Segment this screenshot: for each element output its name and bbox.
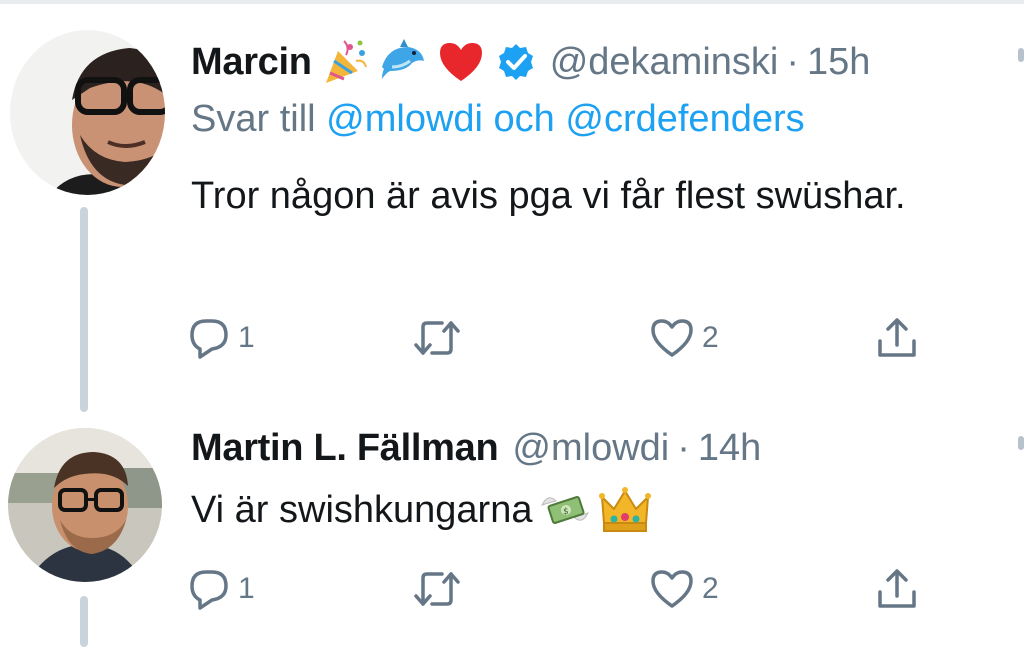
like-count: 2 xyxy=(702,572,719,605)
reply-button[interactable]: 1 xyxy=(186,559,255,619)
like-button[interactable]: 2 xyxy=(648,559,719,619)
reply-button[interactable]: 1 xyxy=(186,308,255,368)
share-icon xyxy=(878,318,916,357)
retweet-icon xyxy=(414,321,460,355)
tweet-actions: 1 2 xyxy=(186,559,946,619)
separator-dot: · xyxy=(677,426,690,469)
reply-count: 1 xyxy=(238,321,255,354)
top-divider xyxy=(0,0,1024,4)
share-button[interactable] xyxy=(874,308,920,368)
user-handle[interactable]: @dekaminski xyxy=(550,41,779,84)
tweet-actions: 1 2 xyxy=(186,308,946,368)
mention-link[interactable]: @mlowdi xyxy=(326,98,483,140)
reply-icon xyxy=(190,570,228,610)
reply-prefix: Svar till xyxy=(191,98,316,140)
thread-line xyxy=(80,596,88,647)
avatar[interactable] xyxy=(10,30,165,195)
mention-link[interactable]: @crdefenders xyxy=(565,98,804,140)
retweet-icon xyxy=(414,572,460,606)
heart-icon xyxy=(651,570,693,608)
display-name[interactable]: Marcin xyxy=(191,41,312,84)
heart-icon xyxy=(651,319,693,357)
reply-icon xyxy=(190,319,228,359)
tweet-text: Tror någon är avis pga vi får flest swüs… xyxy=(191,175,906,217)
thread-line xyxy=(80,207,88,412)
retweet-button[interactable] xyxy=(412,559,462,619)
tweet-header: Marcin @dekaminski · 15h xyxy=(191,34,870,90)
share-button[interactable] xyxy=(874,559,920,619)
timestamp[interactable]: 15h xyxy=(807,41,870,84)
verified-badge-icon xyxy=(496,42,536,82)
timestamp[interactable]: 14h xyxy=(698,427,761,470)
retweet-button[interactable] xyxy=(412,308,462,368)
party-popper-icon xyxy=(320,37,370,87)
money-with-wings-icon: $ xyxy=(538,483,592,537)
replying-to: Svar till @mlowdi och @crdefenders xyxy=(191,98,805,141)
red-heart-icon xyxy=(436,37,486,87)
share-icon xyxy=(878,569,916,608)
separator-dot: · xyxy=(786,40,799,83)
like-count: 2 xyxy=(702,321,719,354)
like-button[interactable]: 2 xyxy=(648,308,719,368)
tweet-text: Vi är swishkungarna xyxy=(191,489,533,531)
avatar[interactable] xyxy=(8,428,162,582)
reply-conjunction: och xyxy=(493,98,555,140)
dolphin-icon xyxy=(378,37,428,87)
tweet-header: Martin L. Fällman @mlowdi · 14h xyxy=(191,420,761,476)
tweet-menu-caret[interactable] xyxy=(1018,436,1024,450)
user-handle[interactable]: @mlowdi xyxy=(512,427,669,470)
reply-count: 1 xyxy=(238,572,255,605)
crown-icon xyxy=(598,483,652,537)
svg-text:$: $ xyxy=(563,507,569,517)
display-name[interactable]: Martin L. Fällman xyxy=(191,427,499,470)
tweet-menu-caret[interactable] xyxy=(1018,48,1024,62)
tweet-text-row: Vi är swishkungarna $ xyxy=(191,482,652,538)
